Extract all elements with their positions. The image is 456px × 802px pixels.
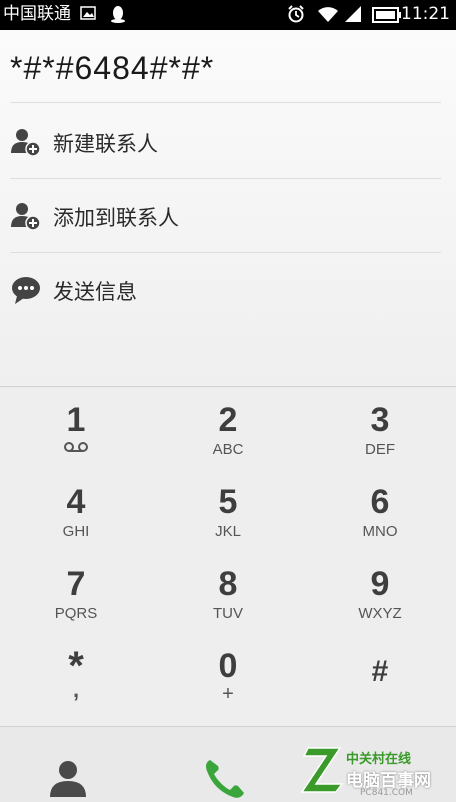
key-6[interactable]: 6 MNO bbox=[304, 469, 456, 551]
new-contact-label: 新建联系人 bbox=[53, 132, 158, 156]
add-to-contact-icon bbox=[11, 203, 41, 231]
key-1[interactable]: 1 bbox=[0, 387, 152, 469]
key-letters: JKL bbox=[215, 523, 241, 540]
key-5[interactable]: 5 JKL bbox=[152, 469, 304, 551]
key-letters: PQRS bbox=[54, 605, 98, 622]
clock: 11:21 bbox=[401, 4, 450, 24]
new-contact-action[interactable]: 新建联系人 bbox=[0, 104, 456, 178]
divider bbox=[10, 102, 441, 103]
key-0[interactable]: 0 + bbox=[152, 633, 304, 715]
key-7[interactable]: 7 PQRS bbox=[0, 551, 152, 633]
key-digit: 8 bbox=[218, 565, 238, 603]
status-bar: 中国联通 11:21 bbox=[0, 0, 456, 30]
add-to-contact-action[interactable]: 添加到联系人 bbox=[0, 178, 456, 252]
wifi-icon bbox=[318, 7, 338, 22]
message-icon bbox=[12, 277, 40, 304]
key-4[interactable]: 4 GHI bbox=[0, 469, 152, 551]
key-digit: 5 bbox=[218, 483, 238, 521]
voicemail-icon bbox=[64, 442, 88, 452]
watermark-logo: 中关村在线 电脑百事网 PC841.COM bbox=[300, 744, 456, 801]
key-8[interactable]: 8 TUV bbox=[152, 551, 304, 633]
key-digit: 1 bbox=[66, 401, 86, 439]
call-icon[interactable] bbox=[202, 757, 246, 801]
battery-icon bbox=[372, 7, 401, 23]
key-digit: 4 bbox=[66, 483, 86, 521]
key-letters: WXYZ bbox=[358, 605, 402, 622]
key-letters: + bbox=[222, 683, 234, 705]
key-pound[interactable]: # bbox=[304, 633, 456, 715]
watermark-line1: 中关村在线 bbox=[346, 752, 412, 767]
image-notification-icon bbox=[80, 6, 96, 20]
key-digit: 3 bbox=[370, 401, 390, 439]
key-letters: ABC bbox=[212, 441, 244, 458]
watermark-z-icon bbox=[300, 747, 344, 793]
key-2[interactable]: 2 ABC bbox=[152, 387, 304, 469]
contacts-icon[interactable] bbox=[48, 759, 88, 797]
dialer-upper: *#*#6484#*#* 新建联系人 添加到联系人 发送信息 bbox=[0, 30, 456, 385]
key-9[interactable]: 9 WXYZ bbox=[304, 551, 456, 633]
add-contact-icon bbox=[11, 129, 41, 157]
key-digit: # bbox=[371, 655, 389, 688]
alarm-icon bbox=[288, 5, 304, 23]
key-digit: 7 bbox=[66, 565, 86, 603]
key-letters: TUV bbox=[213, 605, 243, 622]
key-letters: DEF bbox=[365, 441, 395, 458]
key-letters: GHI bbox=[62, 523, 90, 540]
keypad: 1 2 ABC 3 DEF 4 GHI 5 JKL 6 MNO 7 PQRS 8… bbox=[0, 386, 456, 727]
key-letters: MNO bbox=[362, 523, 398, 540]
key-digit: 9 bbox=[370, 565, 390, 603]
key-digit: 6 bbox=[370, 483, 390, 521]
key-star[interactable]: * , bbox=[0, 633, 152, 715]
dialed-number[interactable]: *#*#6484#*#* bbox=[10, 50, 214, 87]
send-message-action[interactable]: 发送信息 bbox=[0, 252, 456, 326]
qq-notification-icon bbox=[111, 6, 125, 23]
key-digit: 2 bbox=[218, 401, 238, 439]
key-digit: 0 bbox=[218, 647, 238, 685]
signal-icon bbox=[345, 6, 361, 22]
add-to-contact-label: 添加到联系人 bbox=[53, 206, 179, 230]
watermark-line3: PC841.COM bbox=[360, 788, 413, 798]
key-letters: , bbox=[72, 677, 80, 702]
send-message-label: 发送信息 bbox=[53, 280, 137, 304]
key-3[interactable]: 3 DEF bbox=[304, 387, 456, 469]
carrier-name: 中国联通 bbox=[3, 4, 71, 24]
